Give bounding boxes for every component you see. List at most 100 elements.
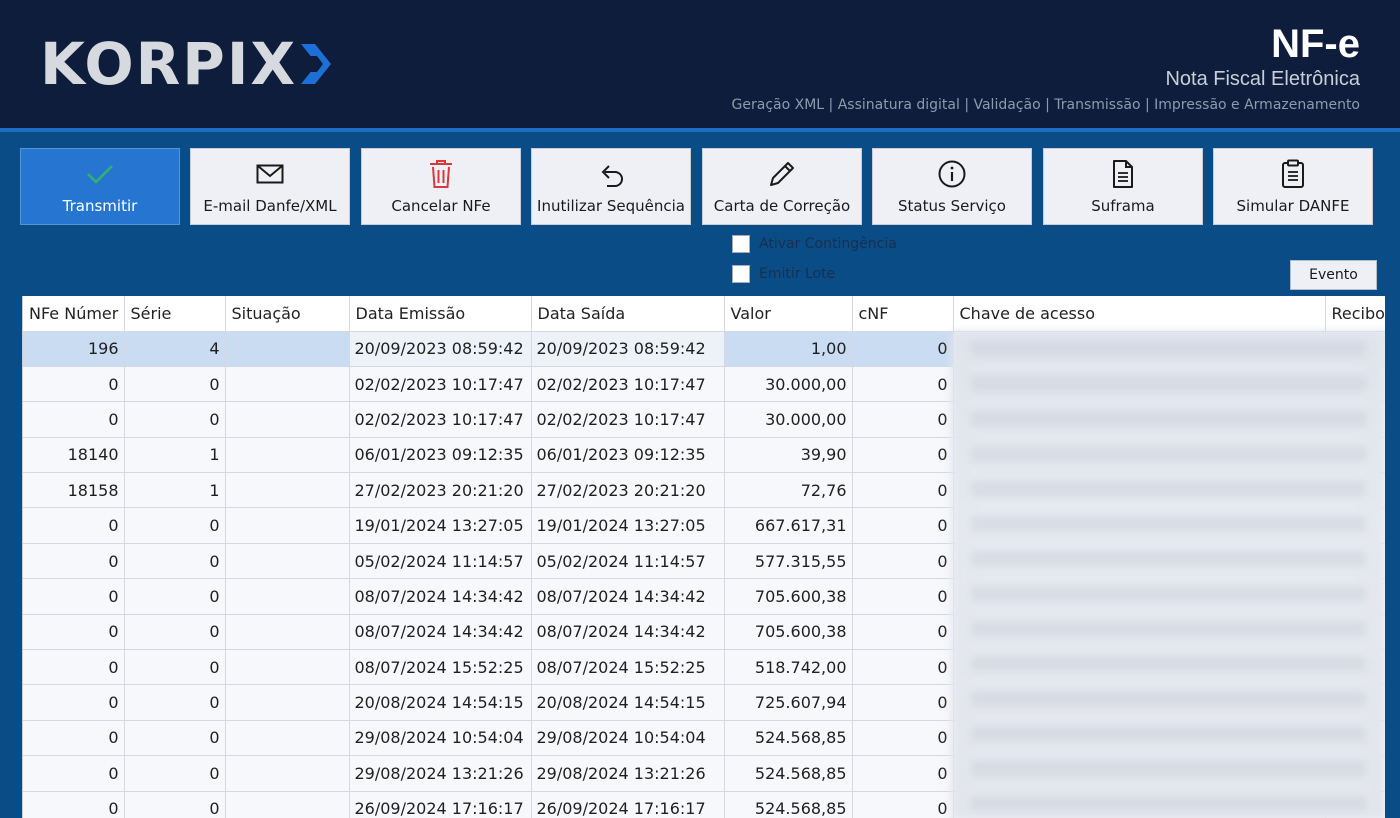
table-cell: 4 [124, 331, 226, 367]
table-cell: 26/09/2024 17:16:17 [531, 791, 725, 818]
table-cell: 29/08/2024 10:54:04 [531, 720, 725, 757]
table-cell [225, 543, 350, 580]
table-cell: 39,90 [724, 437, 853, 474]
nfe-grid[interactable]: NFe Númer Série Situação Data Emissão Da… [22, 296, 1385, 818]
table-cell: 20/09/2023 08:59:42 [349, 331, 532, 367]
table-cell: 05/02/2024 11:14:57 [531, 543, 725, 580]
table-cell: 20/09/2023 08:59:42 [531, 331, 725, 367]
emitir-lote-checkbox[interactable]: Emitir Lote [732, 265, 835, 283]
table-cell: 0 [852, 543, 954, 580]
col-recibo[interactable]: Recibo [1325, 296, 1385, 332]
table-cell: 06/01/2023 09:12:35 [349, 437, 532, 474]
table-cell: 577.315,55 [724, 543, 853, 580]
table-cell: 20/08/2024 14:54:15 [531, 684, 725, 721]
table-cell: 196 [23, 331, 125, 367]
suframa-button[interactable]: Suframa [1043, 148, 1203, 225]
table-cell: 705.600,38 [724, 614, 853, 651]
page-subtitle: Nota Fiscal Eletrônica [1165, 68, 1360, 90]
table-cell: 0 [852, 720, 954, 757]
table-cell [225, 472, 350, 509]
table-cell: 08/07/2024 14:34:42 [531, 578, 725, 615]
table-cell: 29/08/2024 13:21:26 [531, 755, 725, 792]
check-icon [86, 159, 114, 189]
col-data-saida[interactable]: Data Saída [531, 296, 725, 332]
undo-icon [597, 159, 625, 189]
table-cell: 0 [124, 720, 226, 757]
simular-danfe-button[interactable]: Simular DANFE [1213, 148, 1373, 225]
table-cell: 667.617,31 [724, 507, 853, 544]
table-cell: 26/09/2024 17:16:17 [349, 791, 532, 818]
table-cell [225, 401, 350, 438]
cancelar-label: Cancelar NFe [391, 197, 491, 215]
col-situacao[interactable]: Situação [225, 296, 350, 332]
table-cell: 08/07/2024 14:34:42 [349, 578, 532, 615]
table-cell [225, 791, 350, 818]
checkbox-box[interactable] [732, 265, 750, 283]
col-nfe-numero[interactable]: NFe Númer [23, 296, 125, 332]
table-cell: 0 [852, 331, 954, 367]
ativar-contingencia-checkbox[interactable]: Ativar Contingência [732, 235, 897, 253]
table-cell: 08/07/2024 14:34:42 [349, 614, 532, 651]
table-cell: 0 [23, 614, 125, 651]
table-cell: 27/02/2023 20:21:20 [531, 472, 725, 509]
table-cell: 1 [124, 472, 226, 509]
table-cell: 0 [852, 366, 954, 403]
table-cell: 0 [124, 578, 226, 615]
table-cell: 1,00 [724, 331, 853, 367]
status-servico-button[interactable]: Status Serviço [872, 148, 1032, 225]
table-cell: 0 [852, 472, 954, 509]
table-cell [225, 755, 350, 792]
table-cell: 0 [23, 649, 125, 686]
table-cell: 0 [124, 543, 226, 580]
table-cell: 524.568,85 [724, 720, 853, 757]
table-cell: 19/01/2024 13:27:05 [349, 507, 532, 544]
table-cell: 02/02/2023 10:17:47 [531, 401, 725, 438]
table-cell: 0 [23, 684, 125, 721]
page-title: NF-e [1271, 22, 1360, 66]
table-cell: 0 [124, 401, 226, 438]
inutilizar-sequencia-button[interactable]: Inutilizar Sequência [531, 148, 691, 225]
document-icon [1111, 159, 1135, 189]
app-header: KORPIX NF-e Nota Fiscal Eletrônica Geraç… [0, 0, 1400, 128]
cancelar-nfe-button[interactable]: Cancelar NFe [361, 148, 521, 225]
col-serie[interactable]: Série [124, 296, 226, 332]
table-cell: 705.600,38 [724, 578, 853, 615]
logo-text: KORPIX [40, 30, 298, 98]
col-valor[interactable]: Valor [724, 296, 853, 332]
email-label: E-mail Danfe/XML [203, 197, 337, 215]
table-cell [225, 366, 350, 403]
suframa-label: Suframa [1091, 197, 1155, 215]
table-cell: 05/02/2024 11:14:57 [349, 543, 532, 580]
table-cell: 0 [124, 684, 226, 721]
evento-button[interactable]: Evento [1290, 260, 1377, 290]
table-cell: 18158 [23, 472, 125, 509]
table-cell: 0 [852, 649, 954, 686]
table-cell: 06/01/2023 09:12:35 [531, 437, 725, 474]
table-cell: 0 [23, 791, 125, 818]
col-data-emissao[interactable]: Data Emissão [349, 296, 532, 332]
table-cell: 518.742,00 [724, 649, 853, 686]
email-danfe-xml-button[interactable]: E-mail Danfe/XML [190, 148, 350, 225]
carta-correcao-button[interactable]: Carta de Correção [702, 148, 862, 225]
status-label: Status Serviço [898, 197, 1006, 215]
table-cell [225, 437, 350, 474]
contingencia-label: Ativar Contingência [759, 236, 897, 252]
transmitir-button[interactable]: Transmitir [20, 148, 180, 225]
table-cell: 0 [852, 437, 954, 474]
table-cell: 08/07/2024 15:52:25 [349, 649, 532, 686]
col-chave-acesso[interactable]: Chave de acesso [953, 296, 1326, 332]
table-cell: 524.568,85 [724, 791, 853, 818]
pencil-icon [767, 159, 797, 189]
table-cell [225, 684, 350, 721]
table-cell: 0 [124, 755, 226, 792]
table-cell: 0 [23, 720, 125, 757]
table-cell: 0 [852, 684, 954, 721]
table-cell: 30.000,00 [724, 366, 853, 403]
checkbox-box[interactable] [732, 235, 750, 253]
col-cnf[interactable]: cNF [852, 296, 954, 332]
clipboard-icon [1280, 159, 1306, 189]
table-cell: 0 [852, 614, 954, 651]
table-cell: 0 [124, 649, 226, 686]
table-cell [225, 331, 350, 367]
table-cell: 0 [124, 791, 226, 818]
